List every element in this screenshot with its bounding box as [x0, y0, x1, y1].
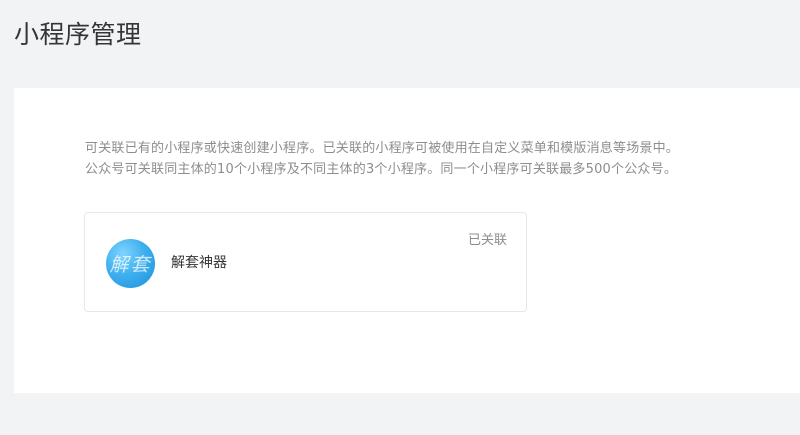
description-line-2: 公众号可关联同主体的10个小程序及不同主体的3个小程序。同一个小程序可关联最多5…: [85, 162, 678, 177]
page-title: 小程序管理: [14, 20, 142, 49]
description: 可关联已有的小程序或快速创建小程序。已关联的小程序可被使用在自定义菜单和模版消息…: [85, 138, 679, 180]
mini-program-name: 解套神器: [171, 255, 227, 271]
description-line-1: 可关联已有的小程序或快速创建小程序。已关联的小程序可被使用在自定义菜单和模版消息…: [85, 141, 680, 156]
mini-program-card[interactable]: 解套 解套神器 已关联: [84, 212, 527, 312]
main-panel: 可关联已有的小程序或快速创建小程序。已关联的小程序可被使用在自定义菜单和模版消息…: [14, 88, 800, 393]
link-status-label: 已关联: [467, 233, 507, 248]
mini-program-avatar-text: 解套: [109, 254, 152, 276]
mini-program-avatar: 解套: [106, 239, 155, 288]
